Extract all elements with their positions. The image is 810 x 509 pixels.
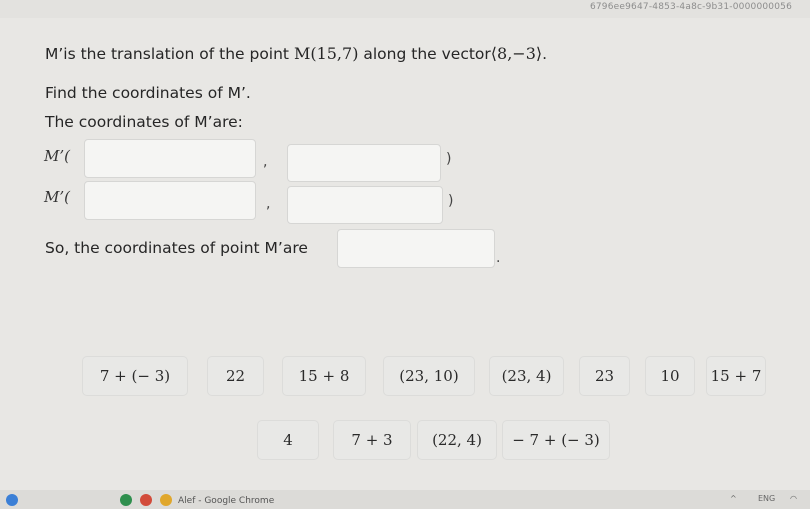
answer-tile[interactable]: 10 [645,356,695,396]
point-label: M(15,7) [293,44,359,63]
question-middle: along the vector [358,45,491,63]
blank-x-2[interactable] [84,181,256,220]
app-icon[interactable] [120,494,132,506]
browser-bar: 6796ee9647-4853-4a8c-9b31-0000000056 [0,0,810,18]
taskbar: Alef - Google Chrome ^ ENG ◠ [0,490,810,509]
answer-tile[interactable]: (22, 4) [417,420,497,460]
chevron-up-icon[interactable]: ^ [730,494,737,503]
row1-comma: , [263,154,268,170]
question-line-2: Find the coordinates of M’. [45,84,251,102]
question-line-1: M’is the translation of the point M(15,7… [45,44,547,63]
answer-tile[interactable]: 22 [207,356,264,396]
blank-y-1[interactable] [287,144,441,182]
answer-tile[interactable]: 4 [257,420,319,460]
answer-tile[interactable]: 7 + (− 3) [82,356,188,396]
start-icon[interactable] [6,494,18,506]
blank-final[interactable] [337,229,495,268]
row2-label: M’( [44,188,70,206]
row1-close-paren: ) [446,151,452,167]
blank-x-1[interactable] [84,139,256,178]
final-sentence: So, the coordinates of point M’are [45,239,308,257]
chrome-icon[interactable] [160,494,172,506]
vector-label: ⟨8,−3⟩ [490,44,543,63]
row1-label: M’( [44,147,70,165]
answer-tile[interactable]: − 7 + (− 3) [502,420,610,460]
question-prefix: M’is the translation of the point [45,45,294,63]
answer-tile[interactable]: 7 + 3 [333,420,411,460]
language-indicator[interactable]: ENG [758,494,775,503]
question-panel: M’is the translation of the point M(15,7… [0,18,810,490]
taskbar-app-label[interactable]: Alef - Google Chrome [178,496,274,506]
question-line-3: The coordinates of M’are: [45,113,243,131]
url-text: 6796ee9647-4853-4a8c-9b31-0000000056 [589,2,792,12]
answer-tile[interactable]: 23 [579,356,630,396]
answer-tile[interactable]: (23, 10) [383,356,475,396]
answer-tile[interactable]: (23, 4) [489,356,564,396]
row2-comma: , [266,196,271,212]
row2-close-paren: ) [448,193,454,209]
blank-y-2[interactable] [287,186,443,224]
question-suffix: . [542,45,548,63]
app-icon[interactable] [140,494,152,506]
answer-tile[interactable]: 15 + 7 [706,356,766,396]
answer-tile[interactable]: 15 + 8 [282,356,366,396]
final-period: . [496,250,501,266]
wifi-icon[interactable]: ◠ [790,494,797,503]
